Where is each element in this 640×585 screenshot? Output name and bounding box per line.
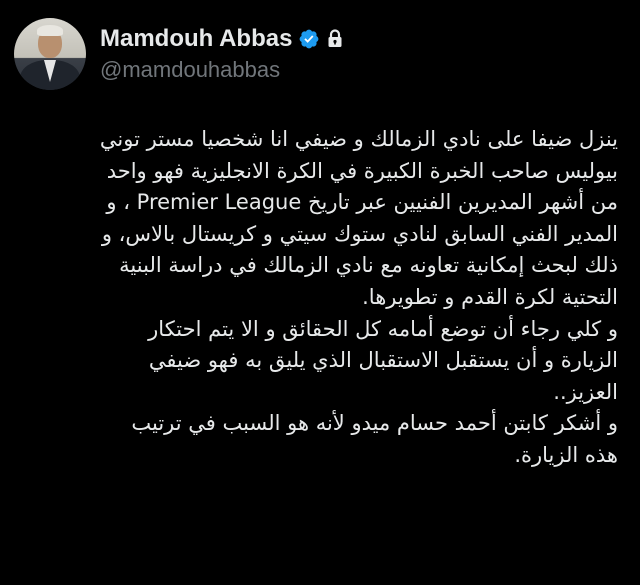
author-info: Mamdouh Abbas @mamdouhabbas	[100, 24, 344, 84]
lock-icon	[326, 29, 344, 49]
avatar[interactable]	[14, 18, 86, 90]
author-display-name[interactable]: Mamdouh Abbas	[100, 24, 292, 54]
tweet-header: Mamdouh Abbas @mamdouhabbas	[14, 18, 344, 90]
verified-badge-icon	[298, 28, 320, 50]
tweet-text: ينزل ضيفا على نادي الزمالك و ضيفي انا شخ…	[99, 127, 618, 467]
author-handle[interactable]: @mamdouhabbas	[100, 56, 344, 84]
name-row: Mamdouh Abbas	[100, 24, 344, 54]
